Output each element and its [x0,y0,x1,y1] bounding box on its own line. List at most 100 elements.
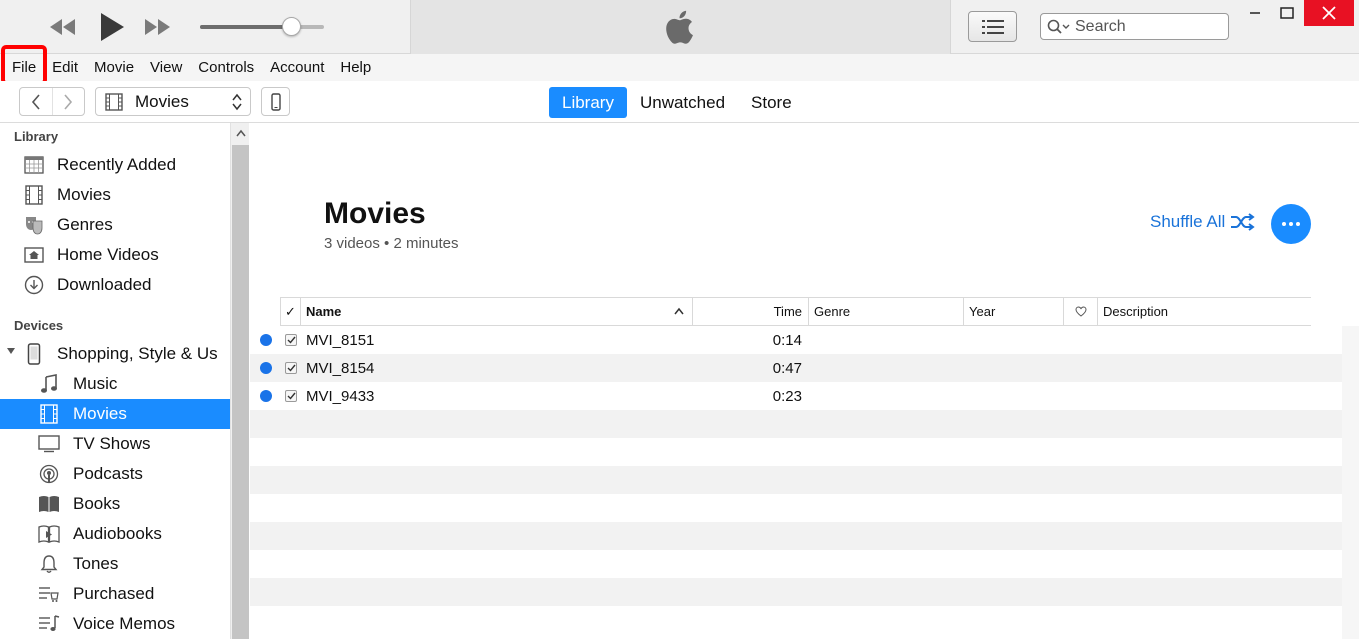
disclosure-triangle-icon[interactable] [6,346,16,356]
sidebar-item-home-videos[interactable]: Home Videos [0,240,230,270]
search-box[interactable] [1040,13,1229,40]
sidebar-item-device-purchased[interactable]: Purchased [0,579,230,609]
sidebar-item-device-books[interactable]: Books [0,489,230,519]
scroll-up-button[interactable] [231,123,250,143]
table-header: ✓ Name Time Genre Year Description [280,297,1311,326]
page-title: Movies [324,197,426,230]
empty-row [250,550,1342,578]
calendar-grid-icon [23,154,45,176]
column-header-description[interactable]: Description [1097,298,1311,325]
up-next-list-button[interactable] [968,11,1017,42]
volume-slider[interactable] [200,17,324,36]
sidebar-item-device-music[interactable]: Music [0,369,230,399]
close-button[interactable] [1304,0,1354,26]
minimize-icon [1250,12,1260,14]
row-time: 0:14 [772,332,802,349]
sidebar-item-device-tones[interactable]: Tones [0,549,230,579]
search-input[interactable] [1075,17,1215,36]
sidebar-item-device-movies[interactable]: Movies [0,399,230,429]
row-checkbox[interactable] [285,334,297,346]
play-button[interactable] [94,8,130,46]
sidebar-item-label: TV Shows [73,434,151,453]
checkmark-icon [287,392,296,400]
main-content: Movies 3 videos • 2 minutes Shuffle All … [250,123,1359,639]
search-icon [1047,19,1070,34]
download-circle-icon [23,274,45,296]
home-video-icon [23,244,45,266]
column-header-check[interactable]: ✓ [280,298,300,325]
menu-account[interactable]: Account [262,54,332,81]
sidebar-device-shopping-style-us[interactable]: Shopping, Style & Us [0,339,230,369]
rewind-button[interactable] [44,12,80,42]
sidebar-item-label: Tones [73,554,119,573]
audiobook-icon [38,523,60,545]
table-row[interactable]: MVI_8151 0:14 [250,326,1342,354]
sidebar-item-genres[interactable]: Genres [0,210,230,240]
minimize-button[interactable] [1240,0,1270,26]
tab-library[interactable]: Library [549,86,627,118]
table-row[interactable]: MVI_9433 0:23 [250,382,1342,410]
sidebar-scrollbar[interactable] [230,123,249,639]
menu-view[interactable]: View [142,54,190,81]
volume-knob[interactable] [281,17,301,36]
column-header-year[interactable]: Year [963,298,1063,325]
tab-unwatched[interactable]: Unwatched [627,87,738,118]
menu-controls[interactable]: Controls [190,54,262,81]
column-header-love[interactable] [1063,298,1097,325]
film-strip-icon [38,403,60,425]
column-header-genre[interactable]: Genre [808,298,963,325]
shuffle-all-button[interactable]: Shuffle All [1150,212,1256,232]
sidebar-item-device-tv-shows[interactable]: TV Shows [0,429,230,459]
menu-edit[interactable]: Edit [44,54,86,81]
unwatched-dot [260,390,272,402]
voice-memo-icon [38,613,60,635]
sidebar-item-label: Movies [57,185,111,204]
sidebar-item-label: Audiobooks [73,524,162,543]
media-type-label: Movies [135,91,189,111]
tv-icon [38,433,60,455]
column-header-name[interactable]: Name [300,298,692,325]
forward-button[interactable] [51,88,84,115]
menu-movie[interactable]: Movie [86,54,142,81]
movies-table: ✓ Name Time Genre Year Description MVI_8… [250,297,1342,634]
chevron-right-icon [64,93,73,110]
device-button[interactable] [261,87,290,116]
sidebar-item-recently-added[interactable]: Recently Added [0,150,230,180]
more-options-button[interactable] [1271,204,1311,244]
column-header-time[interactable]: Time [692,298,808,325]
menu-file[interactable]: File [4,54,44,81]
maximize-button[interactable] [1272,0,1302,26]
sidebar-item-device-podcasts[interactable]: Podcasts [0,459,230,489]
sidebar-item-label: Genres [57,215,113,234]
main-scrollbar[interactable] [1342,326,1359,639]
row-checkbox[interactable] [285,390,297,402]
devices-heading: Devices [14,318,64,333]
fast-forward-icon [145,19,170,35]
sidebar: Library Recently Added Movies Genres Hom… [0,123,230,639]
sort-ascending-icon [674,307,684,315]
film-strip-icon [23,184,45,206]
media-type-select[interactable]: Movies [95,87,251,116]
apple-logo-icon [665,10,693,44]
sidebar-item-device-voice-memos[interactable]: Voice Memos [0,609,230,639]
sidebar-scrollbar-thumb[interactable] [232,145,249,639]
maximize-icon [1280,7,1294,19]
bell-icon [38,553,60,575]
sidebar-item-device-audiobooks[interactable]: Audiobooks [0,519,230,549]
menu-bar: File Edit Movie View Controls Account He… [0,54,1359,81]
status-display [410,0,951,54]
shuffle-all-label: Shuffle All [1150,212,1226,231]
table-row[interactable]: MVI_8154 0:47 [250,354,1342,382]
empty-row [250,578,1342,606]
sidebar-item-label: Purchased [73,584,155,603]
sidebar-item-movies[interactable]: Movies [0,180,230,210]
row-checkbox[interactable] [285,362,297,374]
tab-store[interactable]: Store [738,87,805,118]
empty-row [250,466,1342,494]
fast-forward-button[interactable] [140,12,176,42]
sidebar-item-downloaded[interactable]: Downloaded [0,270,230,300]
menu-help[interactable]: Help [332,54,379,81]
back-button[interactable] [20,88,52,115]
row-name: MVI_8151 [306,332,375,349]
sidebar-item-label: Voice Memos [73,614,176,633]
